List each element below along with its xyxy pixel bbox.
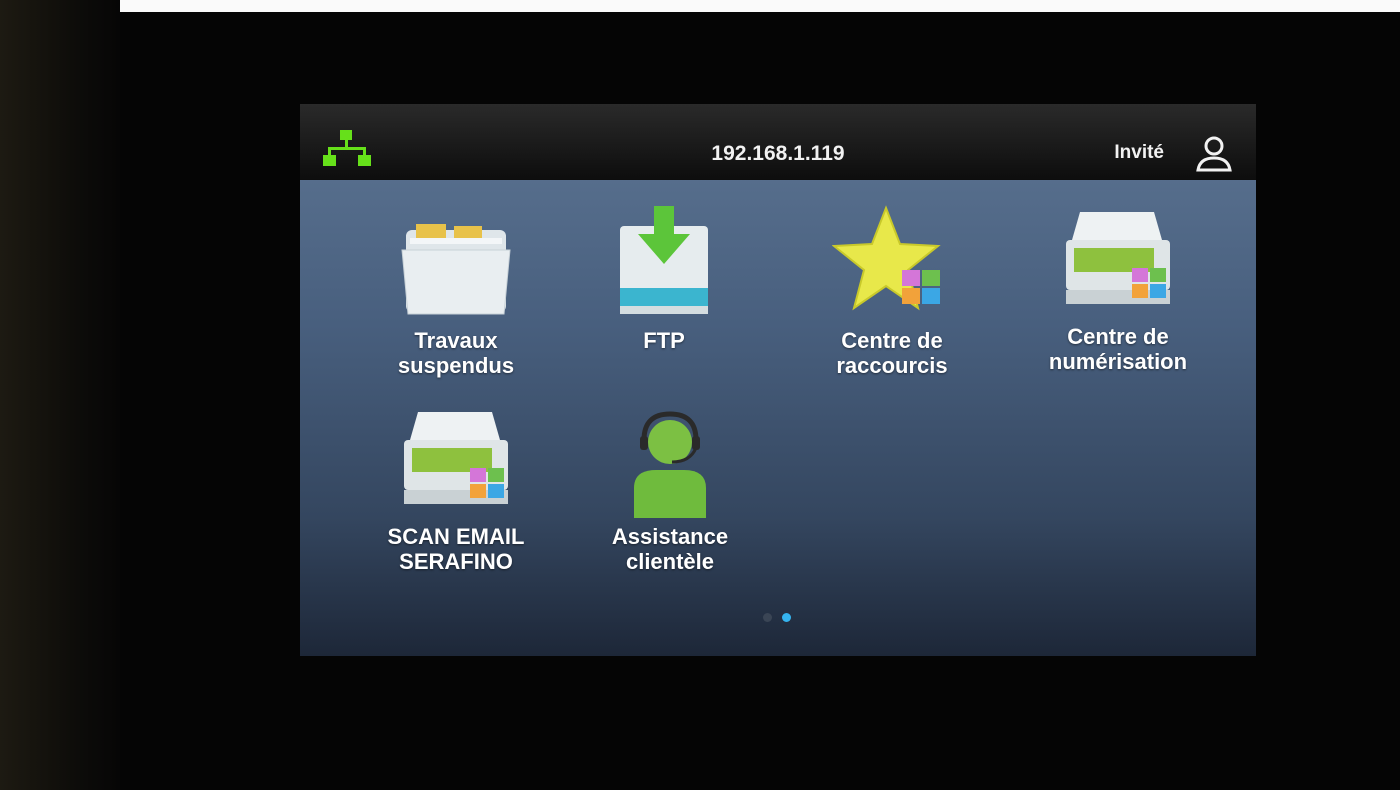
app-centre-de-raccourcis[interactable]: Centre de raccourcis: [792, 204, 992, 378]
scanner-icon: [404, 412, 508, 504]
scanner-icon: [1066, 212, 1170, 304]
page-dot-1[interactable]: [763, 613, 772, 622]
page-indicator[interactable]: [760, 609, 794, 627]
device-bezel: [0, 0, 120, 790]
app-label: SCAN EMAIL SERAFINO: [387, 524, 525, 574]
user-icon[interactable]: [1194, 134, 1234, 174]
app-label: Centre de raccourcis: [836, 328, 948, 378]
app-label: FTP: [643, 328, 685, 353]
status-bar: 192.168.1.119 Invité: [300, 104, 1256, 180]
app-label: Centre de numérisation: [1048, 324, 1188, 374]
ftp-download-icon: [620, 206, 708, 314]
app-scan-email-serafino[interactable]: SCAN EMAIL SERAFINO: [356, 410, 556, 574]
ip-address: 192.168.1.119: [711, 142, 845, 165]
user-label[interactable]: Invité: [1114, 142, 1164, 164]
touch-screen: 192.168.1.119 Invité Travaux suspendus F…: [300, 104, 1256, 656]
app-assistance-clientele[interactable]: Assistance clientèle: [570, 410, 770, 574]
app-travaux-suspendus[interactable]: Travaux suspendus: [356, 214, 556, 378]
app-ftp[interactable]: FTP: [564, 204, 764, 353]
folder-icon: [401, 224, 511, 315]
app-label: Assistance clientèle: [611, 524, 729, 574]
page-dot-2-active[interactable]: [782, 613, 792, 622]
headset-person-icon: [634, 411, 706, 518]
app-label: Travaux suspendus: [397, 328, 515, 378]
star-shortcut-icon: [832, 205, 941, 311]
app-centre-de-numerisation[interactable]: Centre de numérisation: [1018, 210, 1218, 374]
photo-margin: [0, 0, 1400, 12]
